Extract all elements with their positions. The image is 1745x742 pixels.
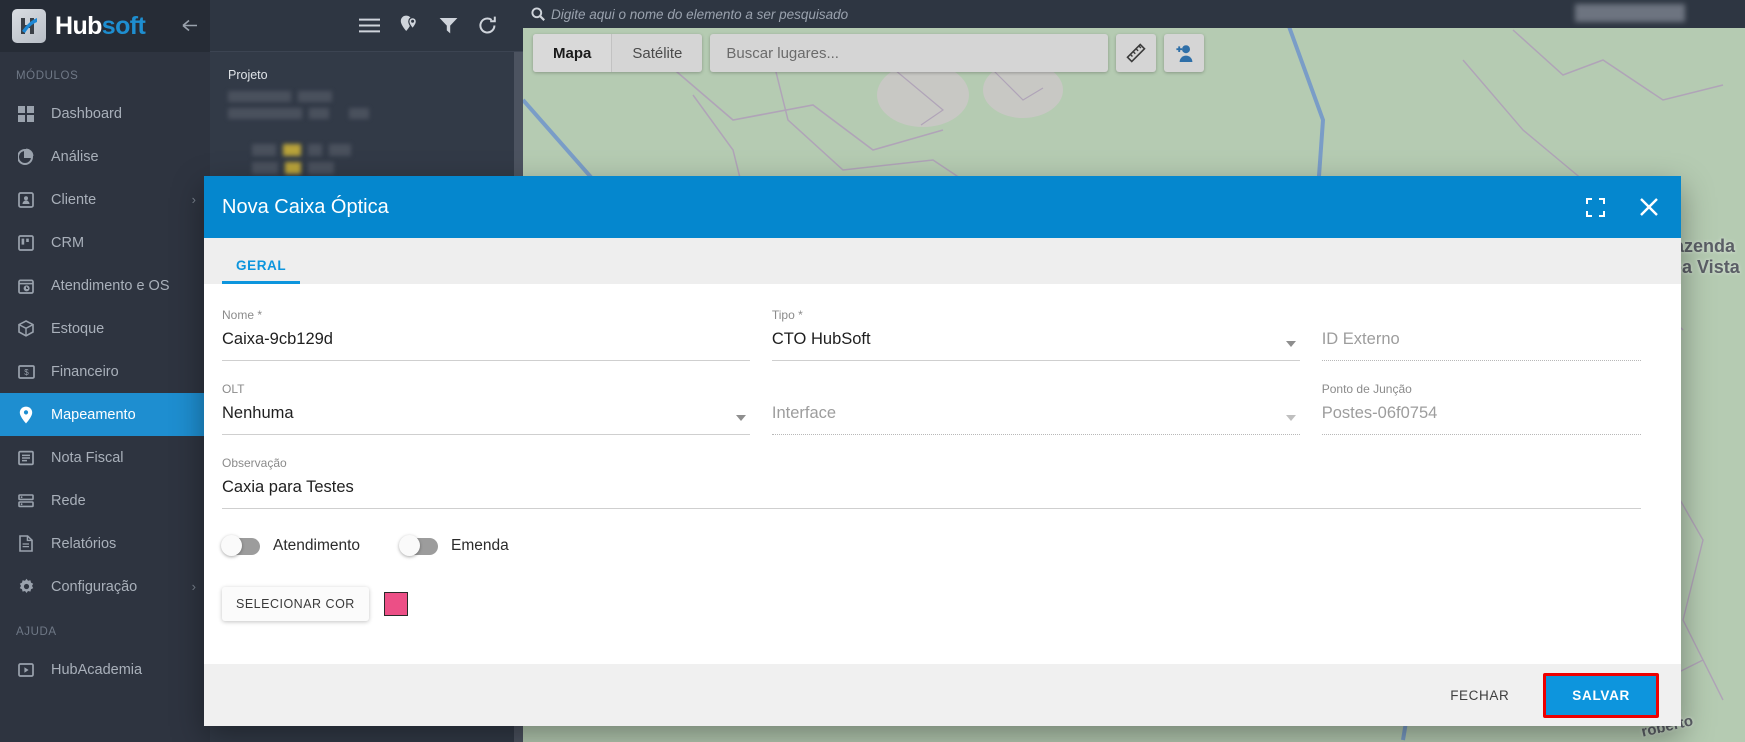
- toggle-label: Atendimento: [273, 537, 361, 554]
- dialog-body: Nome * Caixa-9cb129d Tipo * CTO HubSoft …: [204, 284, 1681, 664]
- color-picker-row: SELECIONAR COR: [222, 587, 1663, 621]
- dialog-title: Nova Caixa Óptica: [222, 195, 389, 218]
- field-olt: OLT Nenhuma: [222, 382, 772, 435]
- dialog-header: Nova Caixa Óptica: [204, 176, 1681, 238]
- field-observacao: Observação Caxia para Testes: [222, 456, 1663, 509]
- fullscreen-icon: [1586, 197, 1605, 217]
- interface-select[interactable]: Interface: [771, 404, 1300, 435]
- nova-caixa-optica-dialog: Nova Caixa Óptica GERAL Nome * Caixa-9cb…: [204, 176, 1681, 726]
- color-swatch[interactable]: [383, 592, 408, 616]
- dialog-tabs: GERAL: [204, 238, 1681, 284]
- field-id-externo: ID Externo: [1321, 308, 1663, 361]
- chevron-down-icon[interactable]: [1285, 341, 1296, 347]
- field-label: Tipo *: [771, 308, 803, 322]
- chevron-down-icon[interactable]: [1285, 415, 1296, 421]
- form-row-1: Nome * Caixa-9cb129d Tipo * CTO HubSoft …: [222, 308, 1663, 361]
- tab-geral[interactable]: GERAL: [222, 258, 301, 284]
- form-row-3: Observação Caxia para Testes: [222, 456, 1663, 509]
- field-interface: Interface: [771, 382, 1322, 435]
- ponto-de-juncao-input[interactable]: Postes-06f0754: [1321, 404, 1641, 435]
- field-tipo: Tipo * CTO HubSoft: [771, 308, 1322, 361]
- close-dialog-button[interactable]: [1639, 197, 1659, 217]
- fechar-button[interactable]: FECHAR: [1434, 677, 1525, 714]
- nome-input[interactable]: Caixa-9cb129d: [222, 330, 750, 361]
- toggle-label: Emenda: [451, 537, 509, 554]
- dialog-header-actions: [1586, 197, 1659, 217]
- field-nome: Nome * Caixa-9cb129d: [222, 308, 772, 361]
- toggle-switch-icon[interactable]: [221, 535, 260, 556]
- field-label: Nome *: [222, 308, 263, 322]
- chevron-down-icon[interactable]: [735, 415, 746, 421]
- toggle-emenda[interactable]: Emenda: [399, 535, 509, 556]
- app-root: Hubsoft MÓDULOS Dashboard Análise Client…: [0, 0, 1745, 742]
- field-label: Ponto de Junção: [1321, 382, 1412, 396]
- dialog-footer: FECHAR SALVAR: [204, 664, 1681, 726]
- salvar-button[interactable]: SALVAR: [1546, 675, 1656, 715]
- field-label: [1322, 308, 1641, 323]
- field-ponto-de-juncao: Ponto de Junção Postes-06f0754: [1321, 382, 1663, 435]
- id-externo-input[interactable]: ID Externo: [1321, 330, 1641, 361]
- field-label: Observação: [222, 456, 287, 470]
- toggle-atendimento[interactable]: Atendimento: [221, 535, 361, 556]
- salvar-button-highlight: SALVAR: [1543, 672, 1659, 718]
- field-label: OLT: [222, 382, 245, 396]
- toggle-switch-icon[interactable]: [399, 535, 439, 556]
- toggle-group: Atendimento Emenda: [221, 535, 1663, 556]
- field-label: [772, 382, 1300, 397]
- olt-select[interactable]: Nenhuma: [222, 404, 750, 435]
- observacao-input[interactable]: Caxia para Testes: [222, 478, 1641, 509]
- form-row-2: OLT Nenhuma Interface Ponto de Junção Po…: [222, 382, 1663, 435]
- close-icon: [1640, 198, 1658, 216]
- selecionar-cor-button[interactable]: SELECIONAR COR: [222, 587, 369, 621]
- maximize-dialog-button[interactable]: [1586, 197, 1605, 217]
- tipo-select[interactable]: CTO HubSoft: [771, 330, 1300, 361]
